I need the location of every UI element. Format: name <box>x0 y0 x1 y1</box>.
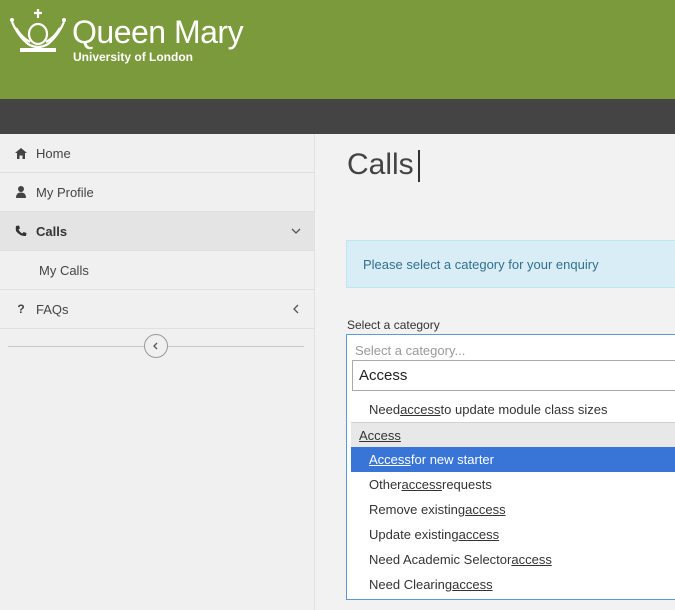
sidebar-item-label: My Profile <box>36 184 94 200</box>
chevron-left-icon <box>153 342 158 350</box>
option-group-header: Access <box>351 422 675 447</box>
sidebar-item-label: Calls <box>36 223 68 239</box>
main-content: Calls Please select a category for your … <box>316 134 675 610</box>
sidebar-item-faqs[interactable]: ? FAQs <box>0 290 314 329</box>
sidebar-item-home[interactable]: Home <box>0 134 314 173</box>
user-icon <box>14 185 28 199</box>
sidebar: Home My Profile Calls My Calls ? FAQs <box>0 134 315 610</box>
question-icon: ? <box>17 302 25 316</box>
sidebar-subitem-my-calls[interactable]: My Calls <box>0 251 314 290</box>
top-toolbar <box>0 99 675 134</box>
dropdown-option[interactable]: Other access requests <box>351 472 675 497</box>
sidebar-item-my-profile[interactable]: My Profile <box>0 173 314 212</box>
select-placeholder[interactable]: Select a category... <box>355 343 465 358</box>
sidebar-item-label: Home <box>36 145 71 161</box>
info-text: Please select a category for your enquir… <box>363 256 599 272</box>
category-search-input[interactable] <box>352 360 675 391</box>
dropdown-option[interactable]: Remove existing access <box>351 497 675 522</box>
sidebar-collapse-row <box>0 329 314 379</box>
sidebar-item-calls[interactable]: Calls <box>0 212 314 251</box>
dropdown-option-highlighted[interactable]: Access for new starter <box>351 447 675 472</box>
dropdown-option[interactable]: Need access to update module class sizes <box>351 397 675 422</box>
dropdown-option[interactable]: Need Clearing access <box>351 572 675 597</box>
chevron-left-icon <box>293 304 299 314</box>
home-icon <box>14 146 28 160</box>
dropdown-option[interactable]: Need Academic Selector access <box>351 547 675 572</box>
dropdown-option[interactable]: Update existing access <box>351 522 675 547</box>
phone-icon <box>14 224 28 238</box>
crown-logo-icon[interactable] <box>8 6 68 54</box>
sidebar-collapse-button[interactable] <box>144 334 168 358</box>
brand-name: Queen Mary <box>72 14 244 50</box>
sidebar-item-label: FAQs <box>36 301 69 317</box>
category-select[interactable]: Select a category... Need access to upda… <box>346 334 675 600</box>
info-alert: Please select a category for your enquir… <box>346 240 675 288</box>
chevron-down-icon <box>291 228 301 234</box>
sidebar-item-label: My Calls <box>39 262 89 278</box>
site-header: Queen Mary University of London <box>0 0 675 99</box>
brand-subtitle: University of London <box>73 50 193 64</box>
category-label: Select a category <box>347 318 440 332</box>
page-title: Calls <box>347 148 414 181</box>
title-divider <box>418 150 420 182</box>
